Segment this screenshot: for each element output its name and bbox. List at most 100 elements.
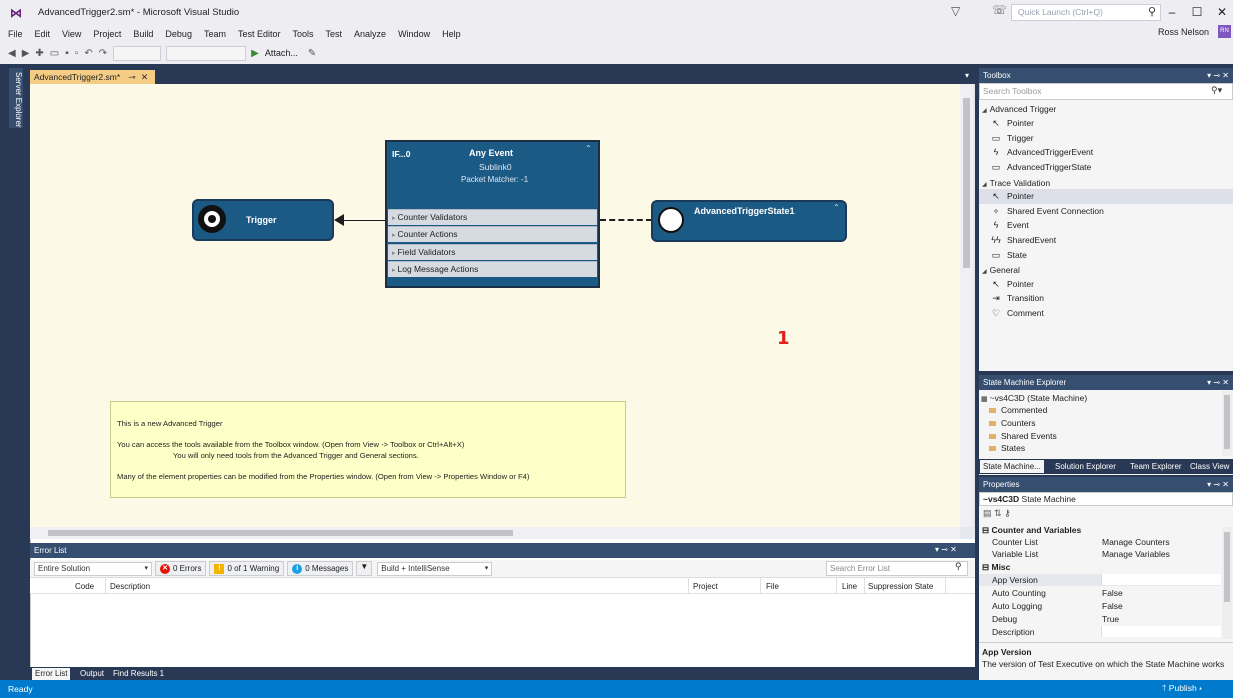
server-explorer-tab[interactable]: Server Explorer — [9, 68, 23, 128]
errors-filter-button[interactable]: ✕ 0 Errors — [155, 561, 207, 576]
tab-state-machine[interactable]: State Machine... — [980, 460, 1044, 473]
save-all-icon[interactable]: ▫ — [75, 48, 79, 59]
property-row[interactable]: Auto Logging False — [979, 600, 1221, 612]
tab-class-view[interactable]: Class View — [1187, 460, 1232, 473]
toolbox-item-pointer-selected[interactable]: ↖ Pointer — [979, 189, 1233, 204]
menu-tools[interactable]: Tools — [293, 29, 314, 39]
comment-note[interactable]: This is a new Advanced Trigger You can a… — [110, 401, 626, 498]
menu-debug[interactable]: Debug — [165, 29, 192, 39]
toolbox-item-transition[interactable]: ⇥ Transition — [979, 291, 1233, 306]
toolbox-item-shared-event[interactable]: ϟϟ SharedEvent — [979, 233, 1233, 248]
close-button[interactable]: ✕ — [1214, 4, 1230, 20]
panel-controls[interactable]: ▾ ⊸ ✕ — [1207, 375, 1229, 390]
toolbox-item-shared-event-connection[interactable]: ⚬ Shared Event Connection — [979, 204, 1233, 219]
pin-icon[interactable]: ⊸ — [128, 72, 136, 83]
menu-window[interactable]: Window — [398, 29, 430, 39]
property-row[interactable]: Debug True — [979, 613, 1221, 625]
close-icon[interactable]: ✕ — [141, 72, 149, 83]
property-group-misc[interactable]: ⊟ Misc — [979, 561, 1221, 573]
document-dropdown-icon[interactable]: ▾ — [965, 71, 969, 80]
notification-filter-icon[interactable]: ▽ — [951, 4, 960, 18]
toolbox-item-event[interactable]: ϟ Event — [979, 218, 1233, 233]
build-filter-select[interactable]: Build + IntelliSense ▾ — [377, 561, 493, 576]
state-collapse-icon[interactable]: ⌃ — [833, 203, 840, 212]
event-row-log-message-actions[interactable]: ▸ Log Message Actions — [388, 261, 597, 277]
panel-controls[interactable]: ▾ ⊸ ✕ — [1207, 477, 1229, 492]
designer-vertical-scroll-thumb[interactable] — [963, 98, 970, 268]
designer-horizontal-scroll-thumb[interactable] — [48, 530, 513, 536]
toolbox-item-trigger[interactable]: ▭ Trigger — [979, 131, 1233, 146]
column-description[interactable]: Description — [110, 582, 150, 591]
alphabetical-icon[interactable]: ⇅ — [994, 508, 1002, 518]
toolbox-item-pointer[interactable]: ↖ Pointer — [979, 277, 1233, 292]
menu-test-editor[interactable]: Test Editor — [238, 29, 281, 39]
column-line[interactable]: Line — [842, 582, 857, 591]
property-group-counter-and-variables[interactable]: ⊟ Counter and Variables — [979, 524, 1221, 536]
property-value[interactable]: Manage Counters — [1102, 536, 1170, 548]
toolbox-group-general[interactable]: ◢ General — [982, 263, 1020, 277]
redo-icon[interactable]: ↷ — [99, 48, 107, 59]
publish-button[interactable]: 🡑 Publish ▴ — [1162, 683, 1202, 697]
panel-controls[interactable]: ▾ ⊸ ✕ — [1207, 68, 1229, 83]
start-icon[interactable]: ▶ — [251, 48, 259, 59]
document-tab[interactable]: AdvancedTrigger2.sm* ⊸ ✕ — [30, 70, 155, 84]
new-project-icon[interactable]: ✚ — [35, 48, 43, 59]
column-code[interactable]: Code — [75, 582, 94, 591]
configuration-combo[interactable] — [113, 45, 162, 61]
event-collapse-icon[interactable]: ⌃ — [585, 144, 592, 153]
property-row[interactable]: Description — [979, 626, 1221, 638]
transition-line[interactable] — [340, 220, 386, 221]
toolbox-item-advanced-trigger-state[interactable]: ▭ AdvancedTriggerState — [979, 160, 1233, 175]
avatar[interactable]: RN — [1218, 25, 1231, 38]
undo-icon[interactable]: ↶ — [84, 48, 92, 59]
attach-button[interactable]: Attach... — [265, 48, 298, 58]
toolbox-item-advanced-trigger-event[interactable]: ϟ AdvancedTriggerEvent — [979, 145, 1233, 160]
toolbox-group-trace-validation[interactable]: ◢ Trace Validation — [982, 176, 1050, 190]
property-row[interactable]: Variable List Manage Variables — [979, 548, 1221, 560]
menu-file[interactable]: File — [8, 29, 23, 39]
sme-item-states[interactable]: States — [985, 442, 1025, 455]
categorized-icon[interactable]: ▤ — [983, 508, 992, 518]
save-icon[interactable]: ▪ — [65, 48, 69, 59]
tab-solution-explorer[interactable]: Solution Explorer — [1052, 460, 1119, 473]
sme-scroll-thumb[interactable] — [1224, 395, 1230, 449]
properties-scroll-thumb[interactable] — [1224, 532, 1230, 602]
panel-controls[interactable]: ▾ ⊸ ✕ — [935, 545, 957, 554]
property-row[interactable]: Auto Counting False — [979, 587, 1221, 599]
menu-view[interactable]: View — [62, 29, 81, 39]
forward-icon[interactable]: ▶ — [22, 48, 30, 59]
menu-team[interactable]: Team — [204, 29, 226, 39]
quick-launch-input[interactable]: Quick Launch (Ctrl+Q) — [1011, 4, 1161, 21]
toolbox-item-state[interactable]: ▭ State — [979, 248, 1233, 263]
menu-edit[interactable]: Edit — [35, 29, 51, 39]
error-search-input[interactable]: Search Error List — [826, 561, 968, 576]
menu-build[interactable]: Build — [133, 29, 153, 39]
property-row[interactable]: Counter List Manage Counters — [979, 536, 1221, 548]
toolbox-item-pointer[interactable]: ↖ Pointer — [979, 116, 1233, 131]
messages-filter-button[interactable]: i0 Messages — [287, 561, 354, 576]
event-row-counter-validators[interactable]: ▸ Counter Validators — [388, 209, 597, 225]
column-file[interactable]: File — [766, 582, 779, 591]
property-value-box[interactable] — [1101, 626, 1221, 637]
property-pages-icon[interactable]: ⚷ — [1004, 508, 1011, 518]
property-value[interactable]: True — [1102, 613, 1119, 625]
property-row[interactable]: App Version — [979, 574, 1221, 586]
sme-item-commented[interactable]: Commented — [985, 404, 1047, 417]
toolbox-search-input[interactable]: Search Toolbox — [979, 83, 1233, 100]
event-state-link[interactable] — [600, 219, 652, 221]
warnings-filter-button[interactable]: ! 0 of 1 Warning — [209, 561, 285, 576]
tab-team-explorer[interactable]: Team Explorer — [1127, 460, 1185, 473]
column-suppression-state[interactable]: Suppression State — [868, 582, 933, 591]
tab-output[interactable]: Output — [77, 668, 107, 680]
filter-icon[interactable]: ▼ — [356, 561, 373, 576]
menu-help[interactable]: Help — [442, 29, 461, 39]
properties-object-select[interactable]: ~vs4C3D State Machine — [979, 492, 1233, 506]
error-scope-select[interactable]: Entire Solution ▾ — [34, 561, 152, 576]
sme-item-shared-events[interactable]: Shared Events — [985, 430, 1057, 443]
feedback-icon[interactable]: ☏ — [992, 3, 1007, 17]
find-in-files-icon[interactable]: ✎ — [308, 48, 316, 59]
column-project[interactable]: Project — [693, 582, 718, 591]
property-value[interactable]: Manage Variables — [1102, 548, 1170, 560]
account-name[interactable]: Ross Nelson — [1158, 27, 1209, 37]
property-value[interactable]: False — [1102, 587, 1123, 599]
